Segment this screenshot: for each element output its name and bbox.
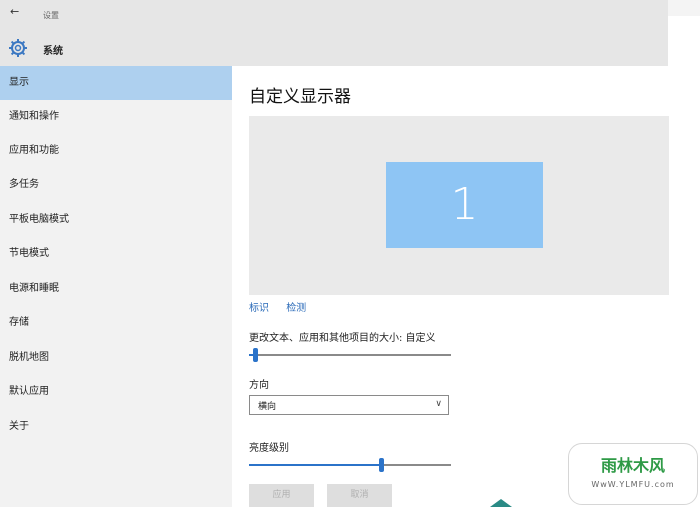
orientation-label: 方向	[249, 380, 269, 391]
page-title: 自定义显示器	[249, 87, 351, 107]
scale-label: 更改文本、应用和其他项目的大小: 自定义	[249, 333, 436, 344]
scale-slider[interactable]	[249, 348, 451, 362]
title-bar: ← 设置 系统	[0, 0, 668, 66]
display-links: 标识 检测	[249, 299, 320, 314]
sidebar: 显示 通知和操作 应用和功能 多任务 平板电脑模式 节电模式 电源和睡眠 存储 …	[0, 66, 232, 507]
apply-button[interactable]: 应用	[249, 484, 314, 507]
system-label: 系统	[43, 46, 63, 57]
sidebar-item-about[interactable]: 关于	[0, 410, 232, 444]
sidebar-item-apps[interactable]: 应用和功能	[0, 134, 232, 168]
gear-icon	[9, 39, 27, 57]
breadcrumb: 设置	[43, 11, 59, 20]
scale-slider-thumb[interactable]	[253, 348, 258, 362]
chevron-down-icon: ∨	[435, 399, 442, 409]
sidebar-item-battery-saver[interactable]: 节电模式	[0, 237, 232, 271]
orientation-select[interactable]: 横向 ∨	[249, 395, 449, 415]
sidebar-item-default-apps[interactable]: 默认应用	[0, 375, 232, 409]
sidebar-item-tablet-mode[interactable]: 平板电脑模式	[0, 203, 232, 237]
watermark-url: WwW.YLMFU.com	[591, 480, 675, 489]
sidebar-item-notifications[interactable]: 通知和操作	[0, 100, 232, 134]
sidebar-item-storage[interactable]: 存储	[0, 306, 232, 340]
sidebar-item-power-sleep[interactable]: 电源和睡眠	[0, 272, 232, 306]
identify-link[interactable]: 标识	[249, 303, 269, 314]
brightness-label: 亮度级别	[249, 443, 289, 454]
brightness-slider-thumb[interactable]	[379, 458, 384, 472]
detect-link[interactable]: 检测	[286, 303, 306, 314]
display-arrangement-area: 1	[249, 116, 669, 295]
sidebar-item-multitasking[interactable]: 多任务	[0, 168, 232, 202]
brightness-slider[interactable]	[249, 458, 451, 472]
watermark-logo: 雨林木风 WwW.YLMFU.com	[568, 443, 698, 505]
monitor-1[interactable]: 1	[386, 162, 543, 248]
sidebar-item-display[interactable]: 显示	[0, 66, 232, 100]
back-arrow-icon[interactable]: ←	[10, 5, 19, 18]
sidebar-item-offline-maps[interactable]: 脱机地图	[0, 341, 232, 375]
watermark-logo-text: 雨林木风	[600, 456, 665, 475]
cancel-button[interactable]: 取消	[327, 484, 392, 507]
main-content: 自定义显示器 1 标识 检测 更改文本、应用和其他项目的大小: 自定义 方向 横…	[232, 66, 700, 507]
orientation-value: 横向	[258, 402, 277, 412]
scale-slider-track	[249, 354, 451, 356]
brightness-slider-fill	[249, 464, 379, 466]
